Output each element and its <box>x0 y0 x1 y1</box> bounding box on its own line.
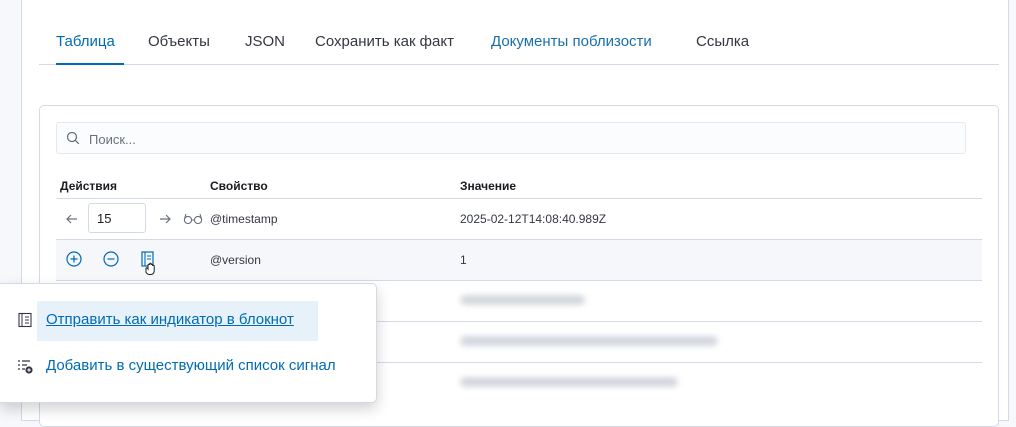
plus-circle-icon[interactable] <box>66 251 82 267</box>
tab-link[interactable]: Ссылка <box>696 22 749 64</box>
tab-objects[interactable]: Объекты <box>148 22 210 64</box>
list-add-icon <box>18 360 33 374</box>
header-property[interactable]: Свойство <box>210 179 268 193</box>
blurred-value <box>460 377 678 387</box>
glasses-icon[interactable] <box>183 210 203 226</box>
table-row: @version 1 <box>56 239 982 280</box>
arrow-right-icon[interactable] <box>159 213 171 225</box>
header-value[interactable]: Значение <box>460 179 516 193</box>
property-value: 1 <box>460 253 467 267</box>
add-to-signal-list-label: Добавить в существующий список сигнал <box>46 357 336 374</box>
search-icon <box>66 131 80 145</box>
minus-circle-icon[interactable] <box>103 251 119 267</box>
actions-popover: Отправить как индикатор в блокнот Добави… <box>0 283 377 403</box>
table-row: @timestamp 2025-02-12T14:08:40.989Z <box>56 198 982 239</box>
blurred-value <box>460 336 718 346</box>
blurred-value <box>460 295 585 305</box>
add-to-signal-list-menu-item[interactable]: Добавить в существующий список сигнал <box>0 347 376 385</box>
search-box <box>56 122 966 155</box>
property-name: @version <box>210 253 261 267</box>
search-input[interactable] <box>87 123 951 155</box>
page-number-input[interactable] <box>88 203 146 233</box>
send-to-notebook-menu-item[interactable]: Отправить как индикатор в блокнот <box>0 301 376 341</box>
notebook-icon <box>18 312 32 328</box>
property-name: @timestamp <box>210 212 278 226</box>
arrow-left-icon[interactable] <box>66 213 78 225</box>
tab-nearby-documents[interactable]: Документы поблизости <box>491 22 652 64</box>
property-value: 2025-02-12T14:08:40.989Z <box>460 212 607 226</box>
notebook-icon[interactable] <box>140 251 158 277</box>
tab-json[interactable]: JSON <box>245 22 285 64</box>
tab-bar: Таблица Объекты JSON Сохранить как факт … <box>39 22 999 65</box>
header-actions[interactable]: Действия <box>60 179 117 193</box>
send-to-notebook-label: Отправить как индикатор в блокнот <box>46 311 294 328</box>
tab-table[interactable]: Таблица <box>56 22 124 65</box>
tab-save-as-fact[interactable]: Сохранить как факт <box>315 22 454 64</box>
